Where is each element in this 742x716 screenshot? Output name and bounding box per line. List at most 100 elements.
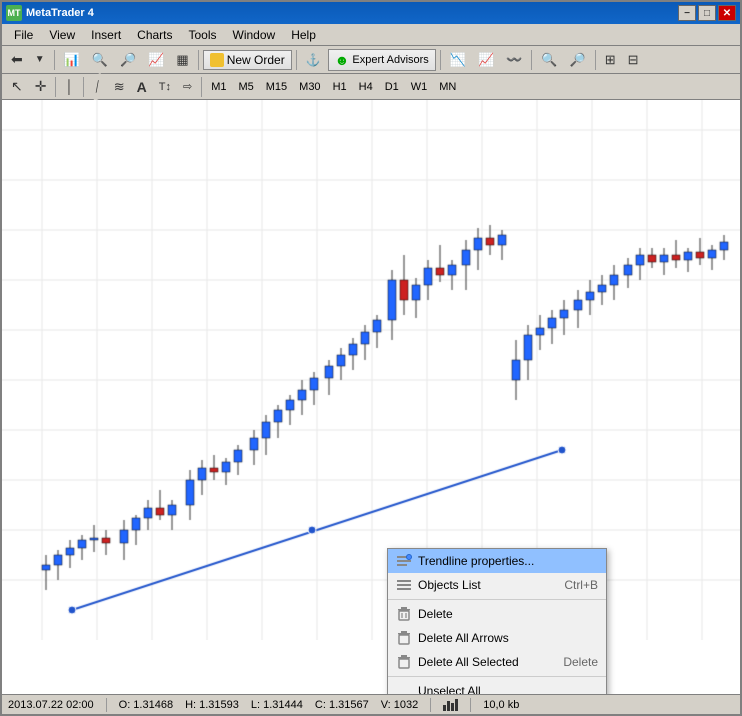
timeframe-m15[interactable]: M15 (261, 77, 292, 97)
signal2-icon: 📈 (478, 52, 494, 68)
tool-trendline[interactable]: ⟋ (83, 72, 111, 101)
tool-crosshair[interactable]: ✛ (30, 76, 52, 98)
status-date: 2013.07.22 02:00 (8, 699, 94, 711)
ctx-delete-label: Delete (418, 607, 453, 621)
chart-area[interactable]: Trendline properties... Objects List Ctr… (2, 100, 740, 694)
title-bar: MT MetaTrader 4 − □ ✕ (2, 2, 740, 24)
toolbar-signal1[interactable]: 📉 (445, 49, 471, 71)
ctx-delete-all-selected-shortcut: Delete (563, 655, 598, 669)
tool-text-A[interactable]: A (132, 76, 152, 98)
ctx-objects-list-shortcut: Ctrl+B (564, 578, 598, 592)
toolbar-new-chart[interactable]: 📊 (59, 49, 85, 71)
toolbar-drawing: ↖ ✛ │ ⟋ ≋ A T↕ ⇨ M1 M5 M15 M30 H1 H4 D1 … (2, 74, 740, 100)
status-open: O: 1.31468 (119, 699, 173, 711)
toolbar-misc1[interactable]: ⊞ (600, 49, 621, 71)
minimize-button[interactable]: − (678, 5, 696, 21)
timeframe-m5[interactable]: M5 (233, 77, 258, 97)
toolbar-signal3[interactable]: 〰️ (501, 49, 527, 71)
toolbar-misc2[interactable]: ⊟ (623, 49, 644, 71)
anchor-icon: ⚓ (306, 53, 321, 67)
toolbar-grid[interactable]: ▦ (171, 49, 193, 71)
title-controls: − □ ✕ (678, 5, 736, 21)
list-icon (396, 577, 412, 593)
ctx-delete-all-arrows-label: Delete All Arrows (418, 631, 509, 645)
delete-icon (396, 606, 412, 622)
toolbar-dropdown1[interactable]: ▼ (30, 49, 50, 71)
ctx-delete-all-selected[interactable]: Delete All Selected Delete (388, 650, 606, 674)
sep-t1 (55, 77, 56, 97)
ea-icon: ☻ (335, 52, 350, 68)
ctx-delete-all-selected-label: Delete All Selected (418, 655, 519, 669)
sep4 (440, 50, 441, 70)
status-sep3 (470, 698, 471, 712)
timeframe-h4[interactable]: H4 (354, 77, 378, 97)
context-menu: Trendline properties... Objects List Ctr… (387, 548, 607, 694)
tool-fib[interactable]: T↕ (154, 76, 176, 98)
status-sep2 (430, 698, 431, 712)
ctx-trendline-properties-label: Trendline properties... (418, 554, 534, 568)
zoom-a-icon: 🔍 (541, 52, 557, 68)
toolbar-zoom-in[interactable]: 🔍 (87, 49, 113, 71)
toolbar-anchor[interactable]: ⚓ (301, 49, 326, 71)
status-high: H: 1.31593 (185, 699, 239, 711)
ctx-sep2 (388, 676, 606, 677)
menu-window[interactable]: Window (225, 26, 284, 44)
tool-vertical-line[interactable]: │ (60, 76, 78, 98)
ctx-delete-all-arrows[interactable]: Delete All Arrows (388, 626, 606, 650)
volume-bars-icon (443, 699, 458, 711)
toolbar-zoom-b[interactable]: 🔎 (565, 49, 591, 71)
status-size: 10,0 kb (483, 699, 519, 711)
status-volume-value: V: 1032 (381, 699, 419, 711)
ctx-objects-list[interactable]: Objects List Ctrl+B (388, 573, 606, 597)
main-window: MT MetaTrader 4 − □ ✕ File View Insert C… (0, 0, 742, 716)
ctx-delete[interactable]: Delete (388, 602, 606, 626)
sep1 (54, 50, 55, 70)
grid-icon: ▦ (176, 52, 188, 68)
timeframe-w1[interactable]: W1 (406, 77, 433, 97)
back-icon: ⬅ (11, 51, 23, 68)
new-order-icon (210, 53, 224, 67)
status-low-value: L: 1.31444 (251, 699, 303, 711)
new-order-button[interactable]: New Order (203, 50, 292, 70)
toolbar-zoom-out[interactable]: 🔎 (115, 49, 141, 71)
timeframe-m1[interactable]: M1 (206, 77, 231, 97)
properties-icon (396, 553, 412, 569)
menu-file[interactable]: File (6, 26, 41, 44)
ctx-objects-list-label: Objects List (418, 578, 481, 592)
tool-channel[interactable]: ≋ (109, 76, 130, 98)
timeframe-m30[interactable]: M30 (294, 77, 325, 97)
toolbar-chart-type[interactable]: 📈 (143, 49, 169, 71)
timeframe-d1[interactable]: D1 (380, 77, 404, 97)
dropdown1-icon: ▼ (35, 54, 45, 65)
zoom-out-icon: 🔎 (120, 52, 136, 68)
sep2 (198, 50, 199, 70)
maximize-button[interactable]: □ (698, 5, 716, 21)
sep6 (595, 50, 596, 70)
toolbar-signal2[interactable]: 📈 (473, 49, 499, 71)
timeframe-mn[interactable]: MN (434, 77, 461, 97)
menu-insert[interactable]: Insert (83, 26, 129, 44)
menu-tools[interactable]: Tools (181, 26, 225, 44)
close-button[interactable]: ✕ (718, 5, 736, 21)
menu-charts[interactable]: Charts (129, 26, 180, 44)
chart-type-icon: 📈 (148, 52, 164, 68)
toolbar-zoom-a[interactable]: 🔍 (536, 49, 562, 71)
toolbar-back[interactable]: ⬅ (6, 49, 28, 71)
timeframe-h1[interactable]: H1 (328, 77, 352, 97)
menu-view[interactable]: View (41, 26, 83, 44)
zoom-b-icon: 🔎 (570, 52, 586, 68)
status-sep1 (106, 698, 107, 712)
status-low: L: 1.31444 (251, 699, 303, 711)
status-close-value: C: 1.31567 (315, 699, 369, 711)
expert-advisors-button[interactable]: ☻ Expert Advisors (328, 49, 436, 71)
status-bar: 2013.07.22 02:00 O: 1.31468 H: 1.31593 L… (2, 694, 740, 714)
menu-help[interactable]: Help (283, 26, 324, 44)
status-date-value: 2013.07.22 02:00 (8, 699, 94, 711)
ctx-unselect-all[interactable]: Unselect All (388, 679, 606, 694)
chart-canvas (2, 100, 740, 640)
unselect-all-icon (396, 683, 412, 694)
tool-arrow2[interactable]: ⇨ (178, 76, 197, 98)
signal3-icon: 〰️ (506, 52, 522, 68)
tool-arrow[interactable]: ↖ (6, 76, 28, 98)
ctx-trendline-properties[interactable]: Trendline properties... (388, 549, 606, 573)
